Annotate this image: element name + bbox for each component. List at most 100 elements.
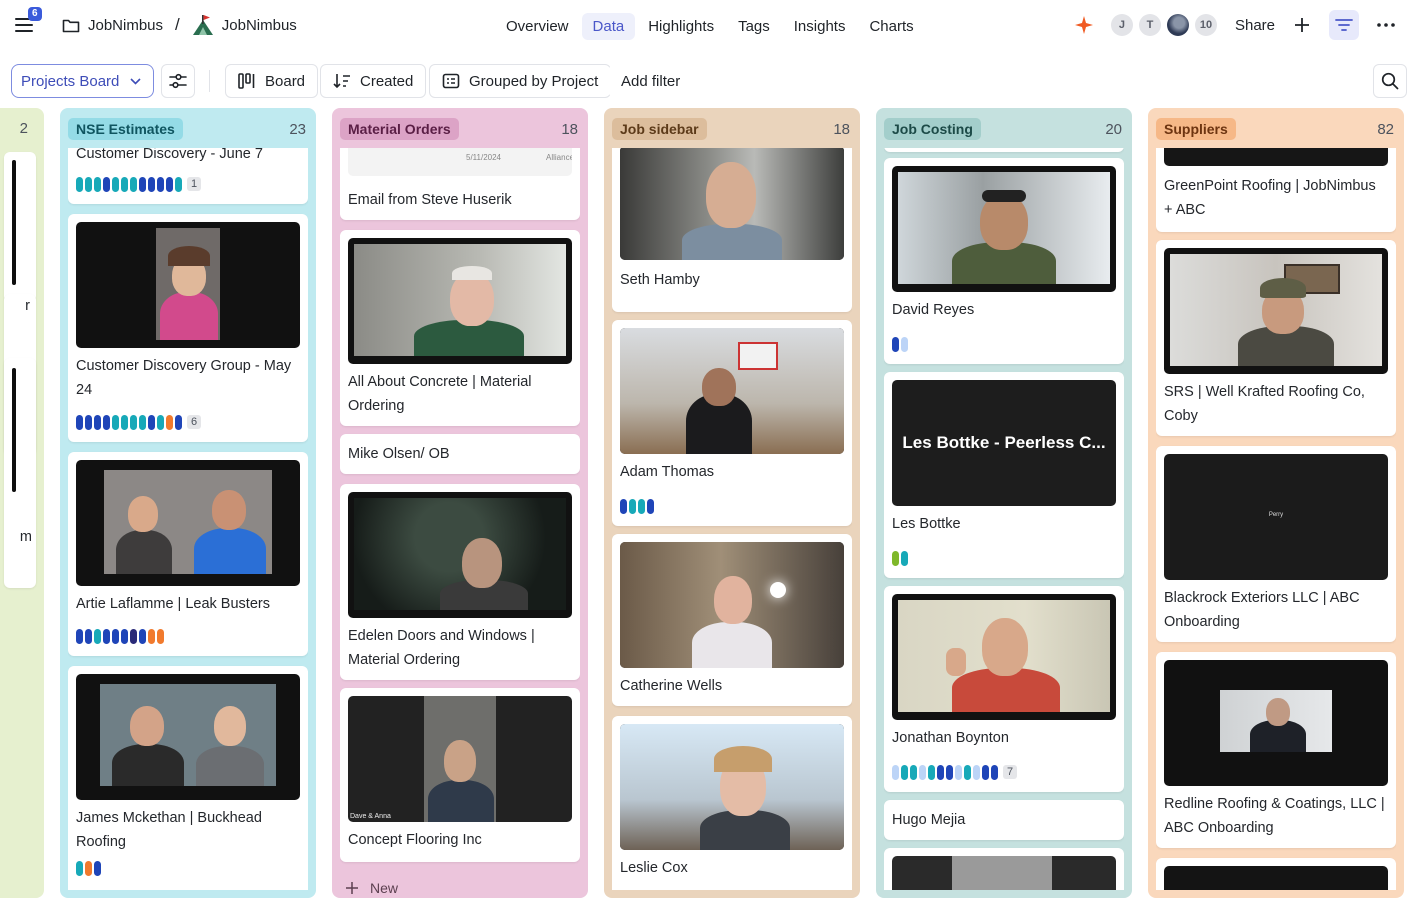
more-horizontal-icon xyxy=(1377,23,1395,27)
column-title[interactable]: Material Orders xyxy=(340,118,459,140)
column-count: 18 xyxy=(561,120,578,138)
column-title[interactable]: NSE Estimates xyxy=(68,118,183,140)
card[interactable]: Customer Discovery Group - May 24 6 xyxy=(68,214,308,442)
column-header: Job Costing 20 xyxy=(884,117,1122,141)
search-icon xyxy=(1381,72,1399,90)
column-count: 23 xyxy=(289,120,306,138)
card[interactable]: James Mckethan | Buckhead Roofing xyxy=(68,666,308,890)
column-title[interactable]: Job sidebar xyxy=(612,118,707,140)
card[interactable]: Dave & Anna Concept Flooring Inc xyxy=(340,688,580,862)
tag-pills: 6 xyxy=(76,414,202,430)
card-thumbnail xyxy=(892,856,1116,890)
card[interactable]: 5/11/2024 Alliance Email from Steve Huse… xyxy=(340,148,580,220)
avatar[interactable]: T xyxy=(1138,14,1161,36)
tag-pills xyxy=(892,336,908,352)
column-cards: Customer Discovery - June 7 1 Customer D… xyxy=(68,148,308,890)
column-cards: Seth Hamby Adam Thomas Catherine Wells L… xyxy=(612,148,852,890)
card[interactable] xyxy=(4,152,36,302)
card[interactable] xyxy=(884,148,1124,152)
card[interactable]: Redline Roofing & Coatings, LLC | ABC On… xyxy=(1156,652,1396,848)
tag-overflow-count: 6 xyxy=(187,415,202,429)
share-button[interactable]: Share xyxy=(1235,17,1275,34)
card-title: m xyxy=(19,529,32,545)
tab-tags[interactable]: Tags xyxy=(727,13,781,40)
tab-charts[interactable]: Charts xyxy=(858,13,924,40)
add-button[interactable] xyxy=(1287,10,1317,40)
board-column: NSE Estimates 23 Customer Discovery - Ju… xyxy=(60,108,316,898)
card-thumbnail xyxy=(1164,248,1388,374)
tab-overview[interactable]: Overview xyxy=(495,13,580,40)
card-title: Artie Laflamme | Leak Busters xyxy=(76,596,270,612)
board-column: Suppliers 82 GreenPoint Roofing | JobNim… xyxy=(1148,108,1404,898)
column-header: Suppliers 82 xyxy=(1156,117,1394,141)
card-thumbnail xyxy=(1164,660,1388,786)
card[interactable]: Adam Thomas xyxy=(612,320,852,526)
thumbnail-note: Alliance xyxy=(546,153,572,162)
column-title[interactable]: Suppliers xyxy=(1156,118,1236,140)
card[interactable] xyxy=(1156,858,1396,890)
card[interactable]: Leslie Cox xyxy=(612,716,852,890)
tag-overflow-count: 1 xyxy=(187,177,202,191)
chevron-down-icon xyxy=(130,77,141,85)
breadcrumb-project[interactable]: JobNimbus xyxy=(222,17,297,34)
group-by-button[interactable]: Grouped by Project xyxy=(429,64,612,98)
sort-button[interactable]: Created xyxy=(320,64,427,98)
tab-highlights[interactable]: Highlights xyxy=(637,13,725,40)
card[interactable]: m xyxy=(4,358,36,588)
thumbnail-title: Perry xyxy=(1268,512,1284,518)
card-title: Email from Steve Huserik xyxy=(348,192,512,208)
card[interactable]: Artie Laflamme | Leak Busters xyxy=(68,452,308,656)
card[interactable]: GreenPoint Roofing | JobNimbus + ABC xyxy=(1156,148,1396,232)
card-title: David Reyes xyxy=(892,302,975,318)
tab-data[interactable]: Data xyxy=(581,12,636,40)
view-board-label: Board xyxy=(265,72,306,90)
folder-icon xyxy=(62,19,80,32)
card-title: Adam Thomas xyxy=(620,464,715,480)
avatar[interactable]: J xyxy=(1110,14,1133,36)
card[interactable]: Hugo Mejia xyxy=(884,800,1124,840)
card-thumbnail xyxy=(76,674,300,800)
card-title: Redline Roofing & Coatings, LLC | ABC On… xyxy=(1164,796,1385,836)
card-thumbnail xyxy=(620,724,844,850)
board-columns-icon xyxy=(238,73,255,89)
card[interactable]: SRS | Well Krafted Roofing Co, Coby xyxy=(1156,240,1396,436)
card[interactable] xyxy=(884,848,1124,890)
viewer-count-badge[interactable]: 10 xyxy=(1194,14,1217,36)
new-card-button[interactable]: New xyxy=(346,880,398,896)
card[interactable]: Perry Blackrock Exteriors LLC | ABC Onbo… xyxy=(1156,446,1396,642)
tab-insights[interactable]: Insights xyxy=(783,13,857,40)
add-filter-button[interactable]: Add filter xyxy=(609,64,693,98)
card[interactable]: Catherine Wells xyxy=(612,534,852,706)
card[interactable]: Seth Hamby xyxy=(612,148,852,312)
group-by-label: Grouped by Project xyxy=(469,72,599,90)
column-count: 2 xyxy=(19,120,28,137)
card[interactable]: Edelen Doors and Windows | Material Orde… xyxy=(340,484,580,680)
more-options-button[interactable] xyxy=(1371,10,1401,40)
card-title: GreenPoint Roofing | JobNimbus + ABC xyxy=(1164,178,1376,218)
board-select-dropdown[interactable]: Projects Board xyxy=(11,64,154,98)
search-button[interactable] xyxy=(1373,64,1407,98)
breadcrumb-workspace[interactable]: JobNimbus xyxy=(88,17,163,34)
card-title: Hugo Mejia xyxy=(892,812,966,828)
column-cards: GreenPoint Roofing | JobNimbus + ABC SRS… xyxy=(1156,148,1396,890)
column-title[interactable]: Job Costing xyxy=(884,118,981,140)
board-toolbar: Projects Board Board Created Grouped by … xyxy=(0,60,1415,102)
filter-toggle-button[interactable] xyxy=(1329,10,1359,40)
card-title: Jonathan Boynton xyxy=(892,730,1009,746)
board-settings-button[interactable] xyxy=(161,64,195,98)
card-thumbnail xyxy=(76,222,300,348)
sort-icon xyxy=(333,74,350,89)
card[interactable]: Les Bottke - Peerless C... Les Bottke xyxy=(884,372,1124,578)
card[interactable]: David Reyes xyxy=(884,158,1124,364)
card[interactable]: Jonathan Boynton 7 xyxy=(884,586,1124,792)
card-title: All About Concrete | Material Ordering xyxy=(348,374,532,414)
sliders-icon xyxy=(169,73,187,89)
card[interactable]: Mike Olsen/ OB xyxy=(340,434,580,474)
card-thumbnail: 5/11/2024 Alliance xyxy=(348,148,572,176)
card[interactable]: Customer Discovery - June 7 1 xyxy=(68,148,308,204)
card[interactable]: All About Concrete | Material Ordering xyxy=(340,230,580,426)
view-board-button[interactable]: Board xyxy=(225,64,319,98)
avatar-photo[interactable] xyxy=(1166,14,1189,36)
ai-assistant-button[interactable] xyxy=(1069,10,1099,40)
thumbnail-label: Dave & Anna xyxy=(350,813,391,820)
